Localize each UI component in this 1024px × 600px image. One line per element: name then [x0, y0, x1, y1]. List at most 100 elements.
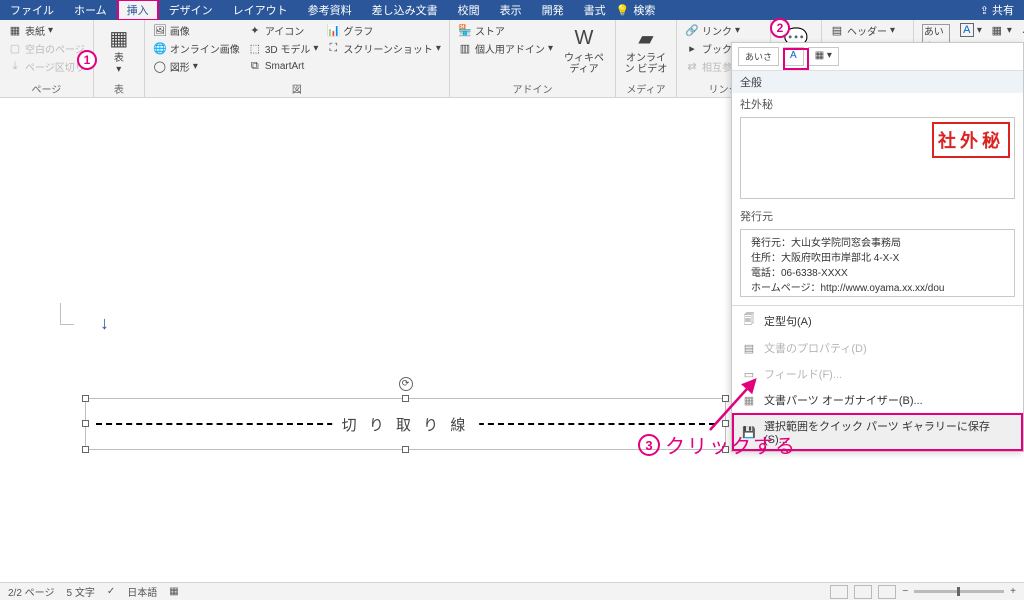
3dmodel-button[interactable]: ⬚3D モデル ▾ — [245, 40, 322, 57]
annotation-badge-1: 1 — [77, 50, 97, 70]
lightbulb-icon: 💡 — [616, 4, 630, 17]
gallery-greeting-btn[interactable]: あいさ — [738, 47, 779, 66]
status-spellcheck-icon[interactable]: ✓ — [107, 586, 115, 597]
cover-page-icon: ▦ — [8, 24, 22, 38]
cover-page-button[interactable]: ▦表紙 ▾ — [5, 22, 88, 39]
gallery-preview-issuer[interactable]: 発行元：大山女学院同窓会事務局 住所：大阪府吹田市岸部北 4-X-X 電話：06… — [740, 229, 1015, 297]
resize-handle[interactable] — [402, 446, 409, 453]
tab-mailings[interactable]: 差し込み文書 — [362, 0, 448, 21]
crossref-icon: ⇄ — [685, 60, 699, 74]
tab-design[interactable]: デザイン — [159, 0, 223, 21]
field-icon: ▭ — [742, 368, 756, 381]
screenshot-button[interactable]: ⛶スクリーンショット ▾ — [323, 40, 444, 57]
title-bar: ファイル ホーム 挿入 デザイン レイアウト 参考資料 差し込み文書 校閲 表示… — [0, 0, 1024, 20]
tab-review[interactable]: 校閲 — [448, 0, 490, 21]
group-tables: ▦ 表▾ 表 — [94, 20, 145, 98]
resize-handle[interactable] — [82, 446, 89, 453]
status-page[interactable]: 2/2 ページ — [8, 584, 54, 599]
resize-handle[interactable] — [722, 395, 729, 402]
resize-handle[interactable] — [722, 420, 729, 427]
resize-handle[interactable] — [402, 395, 409, 402]
status-language[interactable]: 日本語 — [127, 584, 157, 599]
gallery-preview-confidential[interactable]: 社外秘 — [740, 117, 1015, 199]
status-words[interactable]: 5 文字 — [66, 584, 94, 599]
selected-textbox[interactable]: ⟳ 切 り 取 り 線 — [85, 398, 726, 450]
tab-format[interactable]: 書式 — [574, 0, 616, 21]
quickparts-button[interactable]: ▦▾ — [987, 22, 1015, 38]
ruler-corner — [60, 303, 74, 325]
ribbon: 1 ▦表紙 ▾ ▢空白のページ ⤓ページ区切り ページ ▦ 表▾ 表 🖼画像 🌐… — [0, 20, 1024, 98]
chart-icon: 📊 — [326, 24, 340, 38]
search-placeholder: 検索 — [633, 2, 655, 18]
menu-organizer[interactable]: ▦文書パーツ オーガナイザー(B)... — [732, 387, 1023, 413]
share-icon: ⇪ — [980, 5, 989, 17]
view-read-button[interactable] — [830, 585, 848, 599]
group-media: ▰ オンライン ビデオ メディア — [616, 20, 677, 98]
gallery-item-confidential[interactable]: 社外秘 — [732, 93, 1023, 115]
gallery-section-general: 全般 — [732, 71, 1023, 93]
annotation-badge-2: 2 — [770, 18, 790, 38]
online-picture-button[interactable]: 🌐オンライン画像 — [150, 40, 243, 57]
blank-page-icon: ▢ — [8, 42, 22, 56]
resize-handle[interactable] — [82, 420, 89, 427]
quickparts-highlight — [783, 48, 809, 70]
picture-button[interactable]: 🖼画像 — [150, 22, 243, 39]
bookmark-icon: ▸ — [685, 42, 699, 56]
rotate-handle[interactable]: ⟳ — [399, 377, 413, 391]
table-button[interactable]: ▦ 表▾ — [99, 22, 139, 77]
table-icon: ▦ — [105, 24, 133, 52]
organizer-icon: ▦ — [742, 394, 756, 407]
annotation-text-click: クリックする — [665, 430, 797, 459]
textbox-button[interactable]: A▾ — [957, 22, 985, 38]
store-icon: 🏪 — [458, 24, 472, 38]
group-illustrations: 🖼画像 🌐オンライン画像 ◯図形 ▾ ✦アイコン ⬚3D モデル ▾ ⧉Smar… — [145, 20, 450, 98]
tab-references[interactable]: 参考資料 — [298, 0, 362, 21]
link-button[interactable]: 🔗リンク ▾ — [682, 22, 765, 39]
zoom-in-button[interactable]: + — [1010, 586, 1016, 597]
zoom-out-button[interactable]: − — [902, 586, 908, 597]
gallery-quickparts-btn[interactable]: ▦ ▾ — [808, 47, 839, 66]
screenshot-icon: ⛶ — [326, 42, 340, 56]
wikipedia-icon: W — [570, 24, 598, 52]
smartart-button[interactable]: ⧉SmartArt — [245, 58, 322, 74]
menu-autotext[interactable]: 🗐定型句(A) — [732, 306, 1023, 335]
header-icon: ▤ — [830, 24, 844, 38]
page-break-button[interactable]: ⤓ページ区切り — [5, 58, 88, 75]
tab-developer[interactable]: 開発 — [532, 0, 574, 21]
gallery-item-issuer[interactable]: 発行元 — [732, 205, 1023, 227]
share-button[interactable]: ⇪ 共有 — [970, 2, 1024, 18]
header-button[interactable]: ▤ヘッダー ▾ — [827, 22, 908, 39]
tab-view[interactable]: 表示 — [490, 0, 532, 21]
tab-layout[interactable]: レイアウト — [223, 0, 298, 21]
paragraph-arrow-icon: ↓ — [100, 313, 109, 334]
view-web-button[interactable] — [878, 585, 896, 599]
quickparts-gallery: あいさ A ▦ ▾ 全般 社外秘 社外秘 発行元 発行元：大山女学院同窓会事務局… — [731, 42, 1024, 452]
wordart-button[interactable]: A▾ — [1017, 22, 1024, 38]
icons-icon: ✦ — [248, 24, 262, 38]
blank-page-button[interactable]: ▢空白のページ — [5, 40, 88, 57]
store-button[interactable]: 🏪ストア — [455, 22, 556, 39]
status-macro-icon[interactable]: ▦ — [169, 586, 178, 597]
view-print-button[interactable] — [854, 585, 872, 599]
resize-handle[interactable] — [82, 395, 89, 402]
quickparts-icon: ▦ — [990, 23, 1004, 37]
tab-file[interactable]: ファイル — [0, 0, 64, 21]
confidential-stamp: 社外秘 — [932, 122, 1010, 158]
page-break-icon: ⤓ — [8, 60, 22, 74]
myaddins-button[interactable]: ▥個人用アドイン ▾ — [455, 40, 556, 57]
tab-home[interactable]: ホーム — [64, 0, 117, 21]
annotation-badge-3: 3 — [638, 434, 660, 456]
tab-insert[interactable]: 挿入 — [117, 0, 159, 21]
shapes-button[interactable]: ◯図形 ▾ — [150, 58, 243, 75]
menu-docprop: ▤文書のプロパティ(D) — [732, 335, 1023, 361]
link-icon: 🔗 — [685, 24, 699, 38]
wikipedia-button[interactable]: W ウィキペディア — [558, 22, 610, 77]
search-box[interactable]: 💡 検索 — [616, 2, 656, 18]
cut-line-label: 切 り 取 り 線 — [332, 414, 480, 435]
menu-field: ▭フィールド(F)... — [732, 361, 1023, 387]
online-video-button[interactable]: ▰ オンライン ビデオ — [621, 22, 671, 77]
docprop-icon: ▤ — [742, 342, 756, 355]
chart-button[interactable]: 📊グラフ — [323, 22, 444, 39]
zoom-slider[interactable] — [914, 590, 1004, 593]
icons-button[interactable]: ✦アイコン — [245, 22, 322, 39]
